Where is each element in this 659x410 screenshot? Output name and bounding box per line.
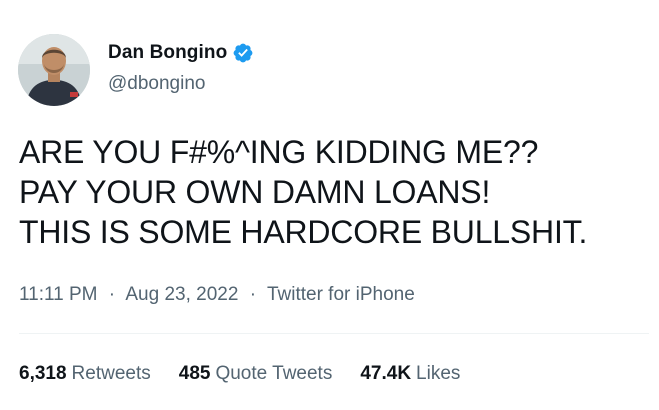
verified-badge-icon	[232, 42, 254, 64]
retweets-label: Retweets	[71, 363, 151, 384]
tweet-source[interactable]: Twitter for iPhone	[267, 284, 415, 305]
likes-stat[interactable]: 47.4K Likes	[360, 362, 460, 386]
author-handle[interactable]: @dbongino	[108, 72, 205, 96]
tweet-text-line: PAY YOUR OWN DAMN LOANS!	[19, 174, 491, 210]
retweets-count: 6,318	[19, 363, 67, 384]
tweet-text-line: ARE YOU F#%^ING KIDDING ME??	[19, 134, 539, 170]
likes-count: 47.4K	[360, 363, 412, 384]
tweet-text: ARE YOU F#%^ING KIDDING ME?? PAY YOUR OW…	[19, 132, 649, 252]
meta-separator: ·	[249, 284, 257, 305]
tweet-metadata: 11:11 PM · Aug 23, 2022 · Twitter for iP…	[19, 283, 415, 307]
tweet-stats: 6,318 Retweets 485 Quote Tweets 47.4K Likes	[19, 362, 488, 386]
tweet-time[interactable]: 11:11 PM	[19, 284, 98, 305]
avatar[interactable]	[18, 34, 90, 106]
author-display-name[interactable]: Dan Bongino	[108, 40, 227, 66]
author-name-row[interactable]: Dan Bongino	[108, 40, 254, 66]
tweet-text-line: THIS IS SOME HARDCORE BULLSHIT.	[19, 214, 588, 250]
quote-tweets-stat[interactable]: 485 Quote Tweets	[179, 362, 333, 386]
tweet-card: Dan Bongino @dbongino ARE YOU F#%^ING KI…	[0, 0, 659, 410]
retweets-stat[interactable]: 6,318 Retweets	[19, 362, 151, 386]
meta-separator: ·	[108, 284, 116, 305]
tweet-date[interactable]: Aug 23, 2022	[125, 284, 238, 305]
quote-tweets-count: 485	[178, 363, 211, 384]
avatar-photo	[18, 34, 90, 106]
quote-tweets-label: Quote Tweets	[215, 363, 333, 384]
likes-label: Likes	[416, 363, 461, 384]
divider	[19, 333, 649, 334]
